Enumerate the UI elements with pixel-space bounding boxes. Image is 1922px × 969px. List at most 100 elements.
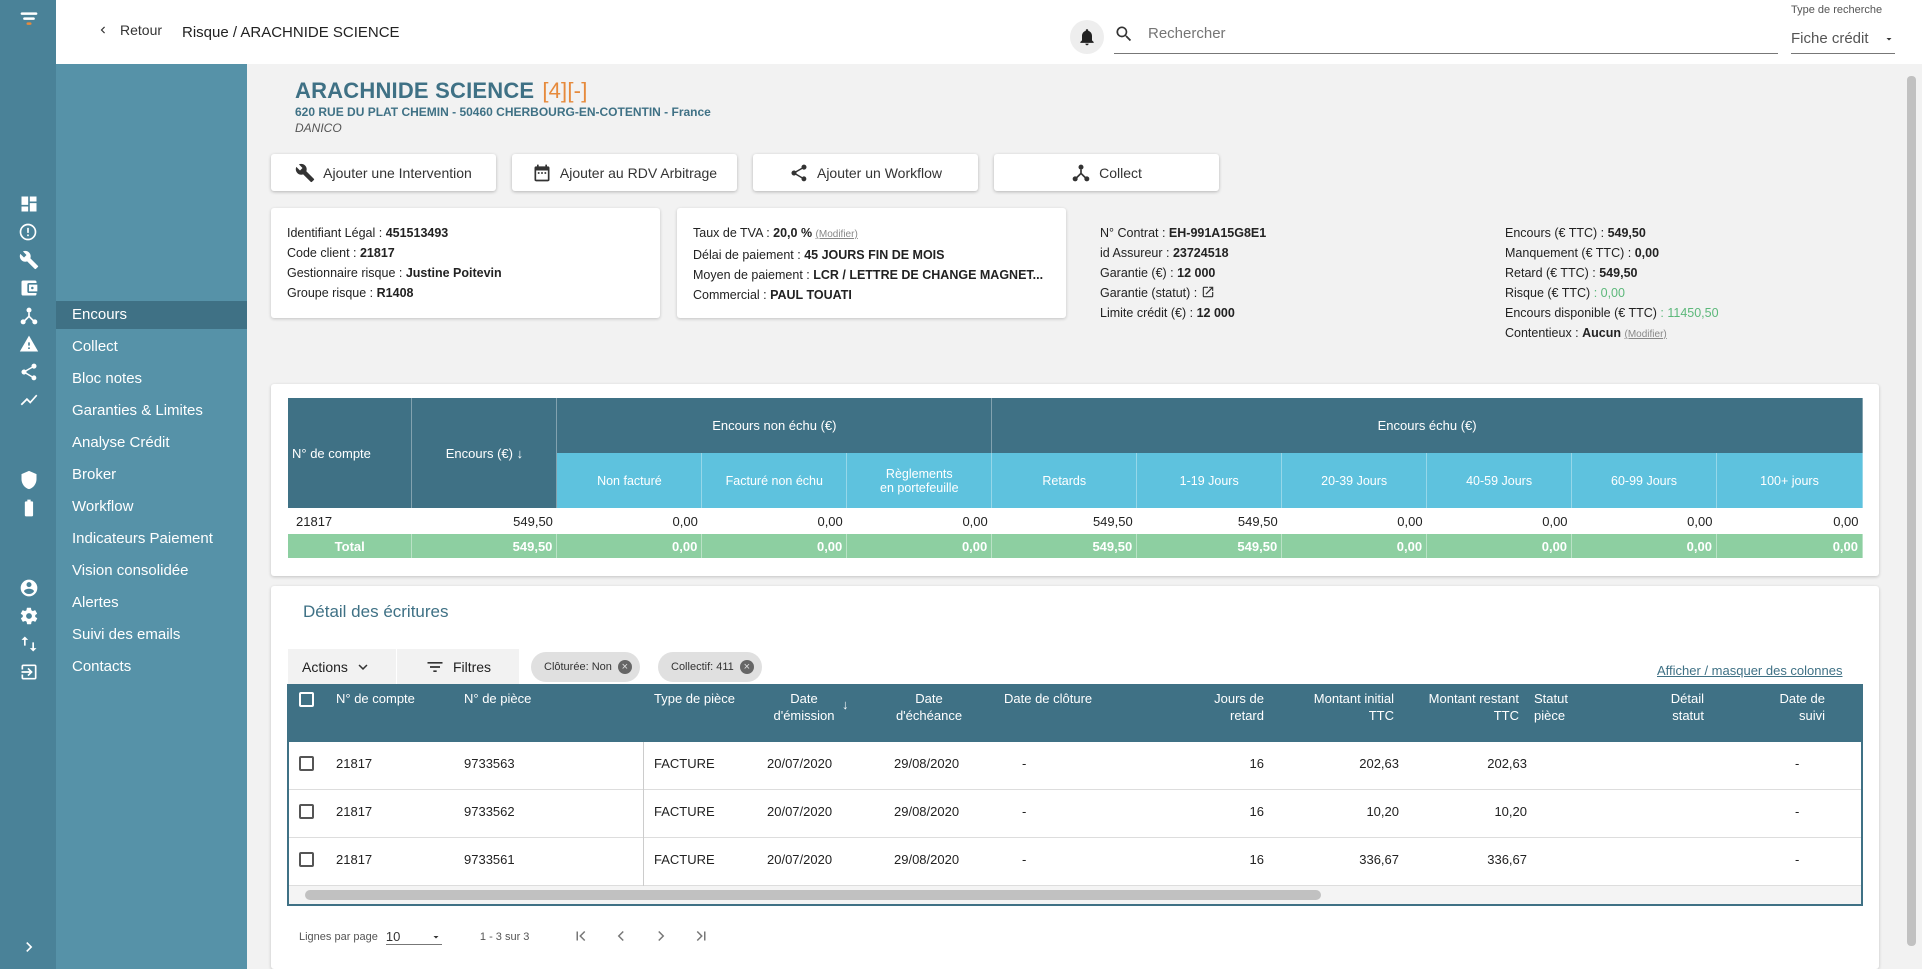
filter-icon: [427, 662, 443, 672]
network-icon: [1072, 164, 1090, 181]
sidebar-item-emails[interactable]: Suivi des emails: [56, 621, 247, 649]
sidebar-item-contacts[interactable]: Contacts: [56, 653, 247, 681]
sidebar-item-analyse-credit[interactable]: Analyse Crédit: [56, 429, 247, 457]
chevron-left-icon: [100, 26, 105, 34]
rows-per-page-select[interactable]: 10: [385, 929, 442, 945]
section-title: Détail des écritures: [303, 602, 449, 621]
back-button[interactable]: Retour: [96, 22, 162, 38]
table-row[interactable]: 21817 9733562 FACTURE 20/07/2020 29/08/2…: [289, 790, 1861, 838]
cell: 549,50: [991, 534, 1138, 558]
row-checkbox[interactable]: [299, 804, 314, 819]
settings-icon[interactable]: [18, 605, 40, 627]
wallet-icon[interactable]: [18, 277, 40, 299]
sidebar-item-broker[interactable]: Broker: [56, 461, 247, 489]
sidebar-item-bloc-notes[interactable]: Bloc notes: [56, 365, 247, 393]
actions-label: Actions: [302, 659, 348, 675]
wrench-icon: [295, 163, 315, 182]
add-workflow-button[interactable]: Ajouter un Workflow: [753, 154, 978, 191]
network-icon[interactable]: [18, 305, 40, 327]
col-header-statut[interactable]: Statut pièce: [1534, 686, 1594, 742]
external-link-icon[interactable]: [1201, 285, 1215, 299]
vertical-scrollbar[interactable]: [1904, 64, 1920, 969]
cell: 336,67: [1487, 852, 1527, 867]
sidebar-item-collect[interactable]: Collect: [56, 333, 247, 361]
col-header-suivi[interactable]: Date de suivi: [1759, 686, 1825, 742]
cell: 29/08/2020: [894, 756, 960, 771]
sidebar-item-label: Workflow: [72, 498, 134, 515]
col-header-emission[interactable]: Date d'émission: [759, 686, 849, 742]
col-header-restant[interactable]: Montant restant TTC: [1419, 686, 1519, 742]
alert-circle-icon[interactable]: [12, 215, 46, 249]
battery-icon[interactable]: [18, 497, 40, 519]
sidebar-item-encours[interactable]: Encours: [56, 301, 247, 329]
search-input[interactable]: [1148, 25, 1708, 42]
chip-remove-icon[interactable]: ×: [739, 660, 754, 674]
cell: 0,00: [1716, 534, 1864, 558]
sort-down-icon: ↓: [516, 445, 524, 461]
sidebar-item-vision[interactable]: Vision consolidée: [56, 557, 247, 585]
shield-icon[interactable]: [18, 469, 40, 491]
sidebar-item-alertes[interactable]: Alertes: [56, 589, 247, 617]
info-row: Risque (€ TTC) : 0,00: [1505, 286, 1625, 300]
toggle-columns-link[interactable]: Afficher / masquer des colonnes: [1657, 663, 1842, 678]
row-checkbox[interactable]: [299, 852, 314, 867]
add-intervention-button[interactable]: Ajouter une Intervention: [271, 154, 496, 191]
user-icon[interactable]: [18, 577, 40, 599]
filters-button[interactable]: Filtres: [397, 649, 519, 685]
info-row: Manquement (€ TTC) : 0,00: [1505, 246, 1660, 260]
col-header-cloture[interactable]: Date de clôture: [1004, 686, 1094, 742]
add-rdv-button[interactable]: Ajouter au RDV Arbitrage: [512, 154, 737, 191]
transfer-icon[interactable]: [18, 633, 40, 655]
col-header-type[interactable]: Type de pièce: [654, 686, 735, 742]
trend-icon[interactable]: [18, 389, 40, 411]
scrollbar-thumb[interactable]: [1907, 76, 1916, 946]
table-row[interactable]: 21817 9733563 FACTURE 20/07/2020 29/08/2…: [289, 742, 1861, 790]
bell-icon: [1080, 29, 1094, 46]
wrench-icon[interactable]: [18, 249, 40, 271]
cell: 0,00: [817, 513, 843, 529]
logo-icon[interactable]: [18, 8, 40, 30]
horizontal-scrollbar[interactable]: [289, 886, 1861, 904]
notifications-button[interactable]: [1070, 20, 1104, 54]
expand-icon[interactable]: [18, 936, 40, 958]
cell: 20/07/2020: [767, 756, 833, 771]
header-non-echu: Encours non échu (€): [556, 398, 993, 453]
first-page-button[interactable]: [569, 924, 593, 948]
info-row: Moyen de paiement : LCR / LETTRE DE CHAN…: [693, 268, 1044, 282]
search-type-select[interactable]: Fiche crédit: [1791, 24, 1895, 54]
prev-page-button[interactable]: [609, 924, 633, 948]
col-header-echeance[interactable]: Date d'échéance: [884, 686, 974, 742]
col-header-piece[interactable]: N° de pièce: [464, 686, 531, 742]
col-header-account[interactable]: N° de compte: [336, 686, 415, 742]
col-header-detail-statut[interactable]: Détail statut: [1644, 686, 1704, 742]
chip-remove-icon[interactable]: ×: [617, 660, 632, 674]
last-page-button[interactable]: [689, 924, 713, 948]
row-checkbox[interactable]: [299, 756, 314, 771]
modify-vat-link[interactable]: (Modifier): [816, 229, 858, 240]
dashboard-icon[interactable]: [18, 193, 40, 215]
share-icon[interactable]: [18, 361, 40, 383]
sidebar-item-workflow[interactable]: Workflow: [56, 493, 247, 521]
next-page-button[interactable]: [649, 924, 673, 948]
calendar-icon: [534, 164, 550, 181]
encours-table: N° de compte Encours (€) ↓ Encours non é…: [288, 398, 1864, 558]
actions-menu-button[interactable]: Actions: [288, 649, 396, 685]
info-row: Groupe risque : R1408: [287, 286, 414, 300]
scrollbar-thumb[interactable]: [305, 890, 1321, 900]
col-header-retard[interactable]: Jours de retard: [1184, 686, 1264, 742]
sidebar-item-indicateurs[interactable]: Indicateurs Paiement: [56, 525, 247, 553]
last-page-icon: [696, 930, 706, 942]
warning-icon[interactable]: [18, 333, 40, 355]
table-row[interactable]: 21817 9733561 FACTURE 20/07/2020 29/08/2…: [289, 838, 1861, 886]
search-icon: [1116, 26, 1132, 41]
logout-icon[interactable]: [18, 661, 40, 683]
sidebar-item-label: Broker: [72, 466, 117, 483]
table-header: N° de compte N° de pièce Type de pièce D…: [289, 686, 1861, 742]
header-encours[interactable]: Encours (€) ↓: [411, 398, 558, 508]
sidebar-item-garanties[interactable]: Garanties & Limites: [56, 397, 247, 425]
collect-button[interactable]: Collect: [994, 154, 1219, 191]
cell: -: [1795, 756, 1800, 771]
select-all-checkbox[interactable]: [299, 692, 314, 707]
col-header-initial[interactable]: Montant initial TTC: [1304, 686, 1394, 742]
modify-contentieux-link[interactable]: (Modifier): [1625, 329, 1667, 340]
